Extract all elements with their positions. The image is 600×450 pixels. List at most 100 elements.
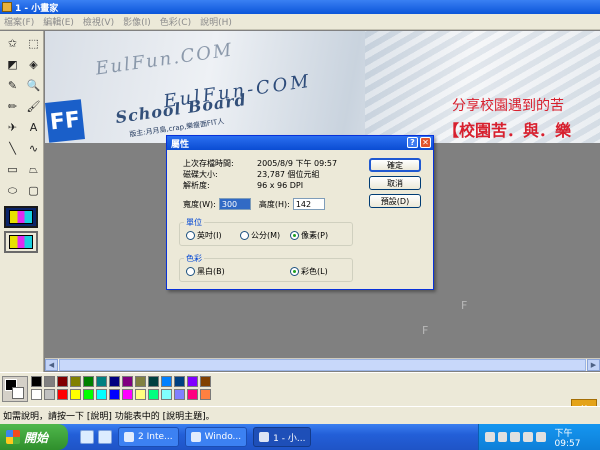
color-swatch[interactable] xyxy=(174,389,185,400)
default-button[interactable]: 預設(D) xyxy=(369,194,421,208)
opaque-option[interactable] xyxy=(4,206,38,228)
tray-icon[interactable] xyxy=(510,432,521,442)
pencil-icon[interactable]: ✏ xyxy=(3,97,22,116)
dialog-title-bar: 屬性 ? ✕ xyxy=(167,136,433,150)
color-swatch[interactable] xyxy=(148,389,159,400)
color-swatch[interactable] xyxy=(109,389,120,400)
color-swatch[interactable] xyxy=(31,389,42,400)
tool-options xyxy=(4,206,40,253)
radio-pixel[interactable]: 像素(P) xyxy=(290,230,328,241)
color-swatch[interactable] xyxy=(122,376,133,387)
show-desktop-icon[interactable] xyxy=(80,430,94,444)
free-select-icon[interactable]: ✩ xyxy=(3,34,22,53)
scroll-right-button[interactable]: ▶ xyxy=(587,359,600,371)
menu-edit[interactable]: 編輯(E) xyxy=(43,15,74,28)
transparent-swatch-icon xyxy=(9,235,33,249)
color-swatch[interactable] xyxy=(135,389,146,400)
transparent-option[interactable] xyxy=(4,231,38,253)
color-swatch[interactable] xyxy=(96,389,107,400)
color-swatch[interactable] xyxy=(148,376,159,387)
text-icon[interactable]: A xyxy=(24,118,43,137)
color-swatch[interactable] xyxy=(187,376,198,387)
color-swatch[interactable] xyxy=(83,376,94,387)
ie-icon xyxy=(124,432,134,442)
rounded-rect-icon[interactable]: ▢ xyxy=(24,181,43,200)
scroll-thumb[interactable] xyxy=(59,359,586,371)
color-swatch[interactable] xyxy=(70,376,81,387)
task-item-active[interactable]: 1 - 小... xyxy=(253,427,312,447)
color-swatch[interactable] xyxy=(44,389,55,400)
color-swatch[interactable] xyxy=(161,389,172,400)
magnifier-icon[interactable]: 🔍 xyxy=(24,76,43,95)
radio-dot-icon xyxy=(186,231,195,240)
menu-view[interactable]: 檢視(V) xyxy=(83,15,114,28)
curve-icon[interactable]: ∿ xyxy=(24,139,43,158)
color-swatch[interactable] xyxy=(187,389,198,400)
color-swatch[interactable] xyxy=(96,376,107,387)
horizontal-scrollbar[interactable]: ◀ ▶ xyxy=(45,358,600,371)
menu-colors[interactable]: 色彩(C) xyxy=(160,15,191,28)
radio-cm[interactable]: 公分(M) xyxy=(240,230,280,241)
rect-select-icon[interactable]: ⬚ xyxy=(24,34,43,53)
radio-black-white[interactable]: 黑白(B) xyxy=(186,266,225,277)
color-swatch[interactable] xyxy=(57,389,68,400)
eraser-icon[interactable]: ◩ xyxy=(3,55,22,74)
title-bar: 1 - 小畫家 xyxy=(0,0,600,14)
color-picker-icon[interactable]: ✎ xyxy=(3,76,22,95)
background-color xyxy=(12,387,24,399)
color-swatch[interactable] xyxy=(70,389,81,400)
file-info: 上次存檔時間: 2005/8/9 下午 09:57 磁碟大小: 23,787 個… xyxy=(183,158,337,191)
units-group: 單位 英吋(I) 公分(M) 像素(P) xyxy=(179,217,353,246)
color-swatch[interactable] xyxy=(109,376,120,387)
task-item[interactable]: 2 Inte... xyxy=(118,427,179,447)
color-swatch[interactable] xyxy=(161,376,172,387)
task-item[interactable]: Windo... xyxy=(184,427,248,447)
color-swatch[interactable] xyxy=(200,389,211,400)
close-icon[interactable]: ✕ xyxy=(420,137,431,148)
tray-icon[interactable] xyxy=(523,432,533,442)
menu-image[interactable]: 影像(I) xyxy=(123,15,151,28)
color-swatch[interactable] xyxy=(57,376,68,387)
dialog-title: 屬性 xyxy=(171,139,190,150)
tray-icon[interactable] xyxy=(497,432,508,442)
tray-icon[interactable] xyxy=(485,432,495,442)
rectangle-icon[interactable]: ▭ xyxy=(3,160,22,179)
color-swatch[interactable] xyxy=(31,376,42,387)
browser-icon[interactable] xyxy=(98,430,112,444)
cancel-button[interactable]: 取消 xyxy=(369,176,421,190)
width-input[interactable] xyxy=(218,198,251,210)
scroll-left-button[interactable]: ◀ xyxy=(45,359,58,371)
start-button[interactable]: 開始 xyxy=(0,424,68,450)
airbrush-icon[interactable]: ✈ xyxy=(3,118,22,137)
canvas-image[interactable]: EulFun.COM EulFun-COM School Board 版主:月月… xyxy=(45,31,600,143)
width-label: 寬度(W): xyxy=(183,199,216,209)
menu-help[interactable]: 說明(H) xyxy=(200,15,232,28)
radio-color[interactable]: 彩色(L) xyxy=(290,266,328,277)
info-row-saved: 上次存檔時間: 2005/8/9 下午 09:57 xyxy=(183,158,337,169)
height-label: 高度(H): xyxy=(258,199,290,209)
brush-icon[interactable]: 🖌 xyxy=(24,97,43,116)
color-swatch[interactable] xyxy=(83,389,94,400)
line-icon[interactable]: ╲ xyxy=(3,139,22,158)
color-swatch[interactable] xyxy=(174,376,185,387)
radio-dot-icon xyxy=(240,231,249,240)
radio-dot-icon xyxy=(186,267,195,276)
info-value: 23,787 個位元組 xyxy=(257,170,320,179)
color-swatch[interactable] xyxy=(122,389,133,400)
color-swatch[interactable] xyxy=(135,376,146,387)
fill-bucket-icon[interactable]: ◈ xyxy=(24,55,43,74)
color-swatch[interactable] xyxy=(44,376,55,387)
ff-logo: FF xyxy=(45,99,85,143)
task-label: 1 - 小... xyxy=(273,433,306,444)
ok-button[interactable]: 確定 xyxy=(369,158,421,172)
menu-file[interactable]: 檔案(F) xyxy=(4,15,34,28)
size-row: 寬度(W): 高度(H): xyxy=(183,198,333,210)
tool-box: ✩ ⬚ ◩ ◈ ✎ 🔍 ✏ 🖌 ✈ A ╲ ∿ ▭ ⏢ ⬭ ▢ xyxy=(0,31,44,372)
radio-inch[interactable]: 英吋(I) xyxy=(186,230,222,241)
color-swatch[interactable] xyxy=(200,376,211,387)
height-input[interactable] xyxy=(292,198,325,210)
volume-icon[interactable] xyxy=(535,432,546,442)
help-icon[interactable]: ? xyxy=(407,137,418,148)
ellipse-icon[interactable]: ⬭ xyxy=(3,181,22,200)
polygon-icon[interactable]: ⏢ xyxy=(24,160,43,179)
